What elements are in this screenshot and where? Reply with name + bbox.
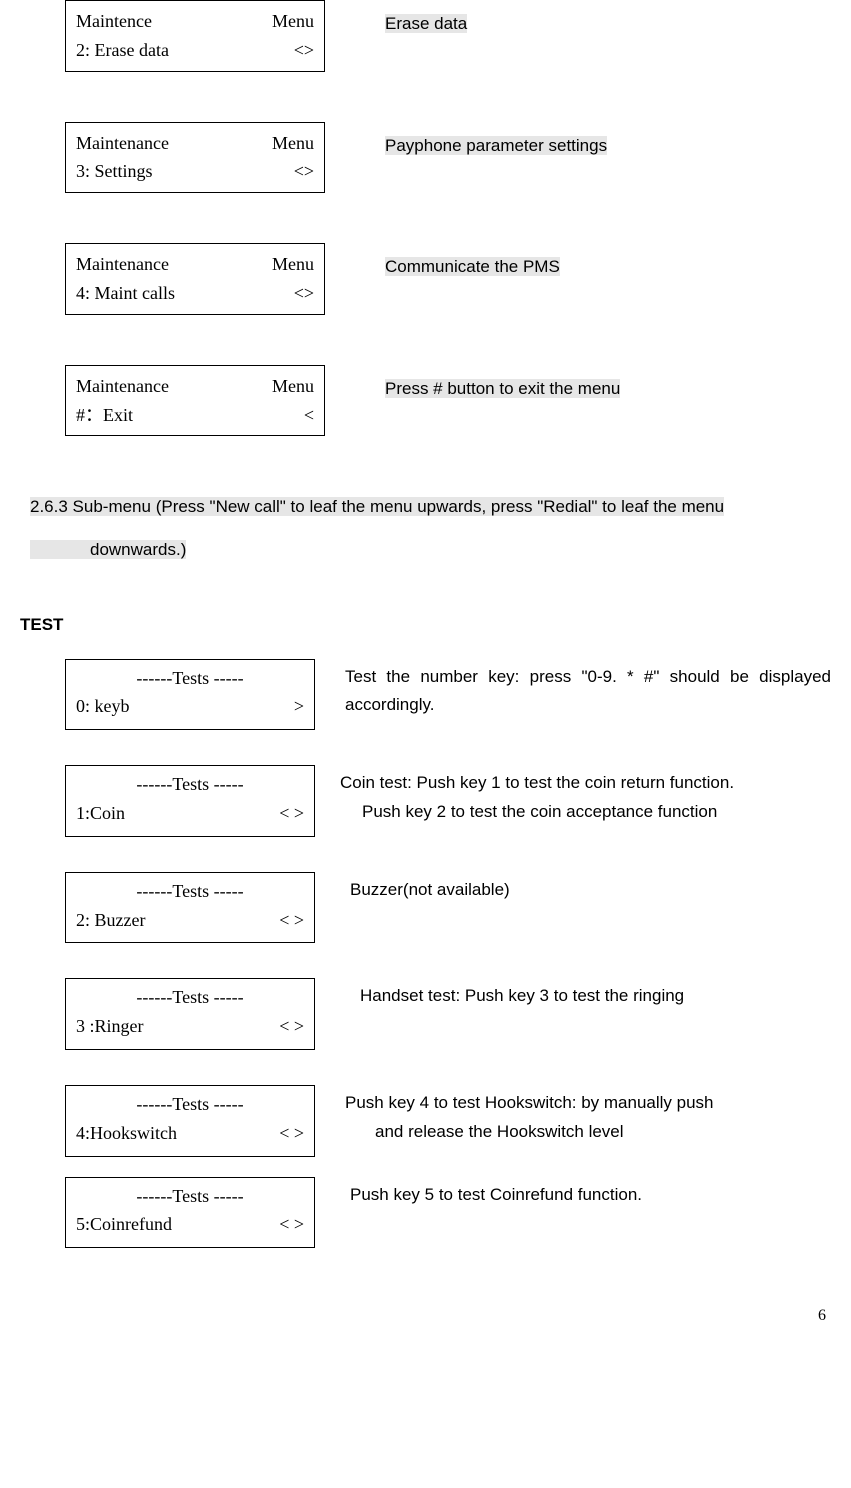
- test-box-buzzer: ------Tests ----- 2: Buzzer < >: [65, 872, 315, 944]
- desc-text: Press # button to exit the menu: [385, 379, 620, 398]
- test-row: ------Tests ----- 4:Hookswitch < > Push …: [20, 1085, 831, 1157]
- desc-line2: and release the Hookswitch level: [345, 1118, 831, 1147]
- desc-text: Communicate the PMS: [385, 257, 560, 276]
- test-item-right: < >: [279, 1119, 304, 1148]
- test-row: ------Tests ----- 2: Buzzer < > Buzzer(n…: [20, 872, 831, 944]
- menu-title-left: Maintenance: [76, 372, 169, 401]
- menu-title-left: Maintenance: [76, 129, 169, 158]
- test-box-ringer: ------Tests ----- 3 :Ringer < >: [65, 978, 315, 1050]
- test-box-coin: ------Tests ----- 1:Coin < >: [65, 765, 315, 837]
- menu-item-left: #：Exit: [76, 401, 133, 430]
- test-item-left: 3 :Ringer: [76, 1012, 144, 1041]
- test-heading: TEST: [20, 611, 831, 638]
- menu-row: Maintenance Menu #：Exit < Press # button…: [20, 365, 831, 437]
- menu-title-right: Menu: [272, 7, 314, 36]
- test-row: ------Tests ----- 5:Coinrefund < > Push …: [20, 1177, 831, 1249]
- menu-title-left: Maintence: [76, 7, 152, 36]
- menu-item-left: 3: Settings: [76, 157, 153, 186]
- test-desc: Coin test: Push key 1 to test the coin r…: [315, 765, 831, 827]
- test-row: ------Tests ----- 1:Coin < > Coin test: …: [20, 765, 831, 837]
- desc-line1: Push key 4 to test Hookswitch: by manual…: [345, 1093, 714, 1112]
- menu-title-right: Menu: [272, 372, 314, 401]
- test-title: ------Tests -----: [76, 770, 304, 799]
- test-item-left: 2: Buzzer: [76, 906, 145, 935]
- test-title: ------Tests -----: [76, 983, 304, 1012]
- test-desc: Push key 5 to test Coinrefund function.: [315, 1177, 831, 1210]
- menu-item-right: <: [304, 401, 314, 430]
- test-item-left: 1:Coin: [76, 799, 125, 828]
- menu-row: Maintenance Menu 4: Maint calls <> Commu…: [20, 243, 831, 315]
- test-title: ------Tests -----: [76, 1090, 304, 1119]
- menu-box-erase: Maintence Menu 2: Erase data <>: [65, 0, 325, 72]
- section-heading: 2.6.3 Sub-menu (Press "New call" to leaf…: [30, 486, 831, 571]
- section-heading-line2: downwards.): [30, 540, 186, 559]
- menu-desc: Press # button to exit the menu: [325, 365, 831, 404]
- test-desc: Buzzer(not available): [315, 872, 831, 905]
- menu-title-right: Menu: [272, 250, 314, 279]
- menu-box-exit: Maintenance Menu #：Exit <: [65, 365, 325, 437]
- menu-desc: Communicate the PMS: [325, 243, 831, 282]
- test-item-left: 0: keyb: [76, 692, 130, 721]
- menu-row: Maintence Menu 2: Erase data <> Erase da…: [20, 0, 831, 72]
- menu-box-maint-calls: Maintenance Menu 4: Maint calls <>: [65, 243, 325, 315]
- menu-item-right: <>: [294, 36, 314, 65]
- menu-title-left: Maintenance: [76, 250, 169, 279]
- test-item-right: >: [294, 692, 304, 721]
- menu-row: Maintenance Menu 3: Settings <> Payphone…: [20, 122, 831, 194]
- menu-box-settings: Maintenance Menu 3: Settings <>: [65, 122, 325, 194]
- menu-item-left: 4: Maint calls: [76, 279, 175, 308]
- desc-line1: Coin test: Push key 1 to test the coin r…: [340, 773, 734, 792]
- section-heading-line1: 2.6.3 Sub-menu (Press "New call" to leaf…: [30, 497, 724, 516]
- test-title: ------Tests -----: [76, 877, 304, 906]
- test-title: ------Tests -----: [76, 664, 304, 693]
- test-desc: Push key 4 to test Hookswitch: by manual…: [315, 1085, 831, 1147]
- page-number: 6: [20, 1283, 831, 1329]
- test-item-right: < >: [279, 906, 304, 935]
- test-row: ------Tests ----- 0: keyb > Test the num…: [20, 659, 831, 731]
- menu-title-right: Menu: [272, 129, 314, 158]
- test-box-keyb: ------Tests ----- 0: keyb >: [65, 659, 315, 731]
- test-row: ------Tests ----- 3 :Ringer < > Handset …: [20, 978, 831, 1050]
- desc-text: Payphone parameter settings: [385, 136, 607, 155]
- menu-item-right: <>: [294, 157, 314, 186]
- test-desc: Handset test: Push key 3 to test the rin…: [315, 978, 831, 1011]
- menu-desc: Payphone parameter settings: [325, 122, 831, 161]
- test-item-right: < >: [279, 1210, 304, 1239]
- menu-item-left: 2: Erase data: [76, 36, 169, 65]
- menu-item-right: <>: [294, 279, 314, 308]
- test-item-right: < >: [279, 799, 304, 828]
- test-box-hookswitch: ------Tests ----- 4:Hookswitch < >: [65, 1085, 315, 1157]
- desc-line2: Push key 2 to test the coin acceptance f…: [340, 798, 831, 827]
- test-item-left: 4:Hookswitch: [76, 1119, 177, 1148]
- test-desc: Test the number key: press "0-9. * #" sh…: [315, 659, 831, 721]
- test-item-left: 5:Coinrefund: [76, 1210, 172, 1239]
- menu-desc: Erase data: [325, 0, 831, 39]
- test-title: ------Tests -----: [76, 1182, 304, 1211]
- test-item-right: < >: [279, 1012, 304, 1041]
- test-box-coinrefund: ------Tests ----- 5:Coinrefund < >: [65, 1177, 315, 1249]
- desc-text: Erase data: [385, 14, 467, 33]
